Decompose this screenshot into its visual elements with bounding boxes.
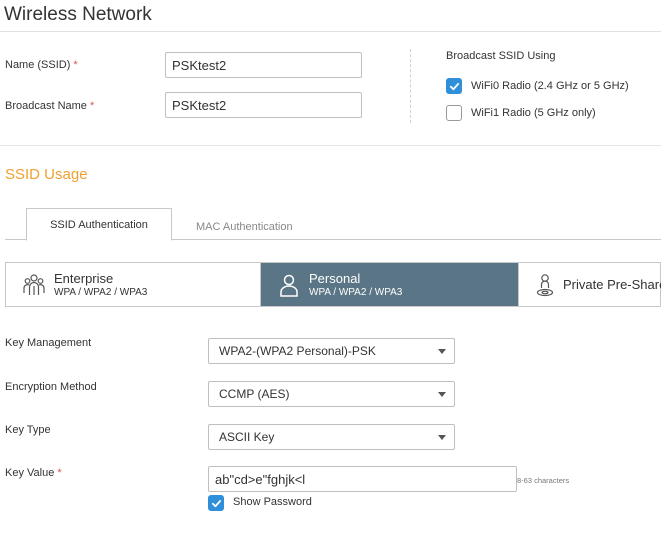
private-psk-label: Private Pre-Shared <box>563 277 661 292</box>
encryption-method-value: CCMP (AES) <box>219 387 290 401</box>
key-length-hint: 8-63 characters <box>517 476 570 485</box>
broadcast-name-value: PSKtest2 <box>172 97 227 113</box>
required-mark: * <box>73 59 78 71</box>
personal-sub: WPA / WPA2 / WPA3 <box>309 286 403 298</box>
ssid-name-label-text: Name (SSID) <box>5 59 71 71</box>
enterprise-label: Enterprise <box>54 270 114 286</box>
show-password-label: Show Password <box>233 496 312 508</box>
show-password-checkbox[interactable] <box>208 495 224 511</box>
key-value-text: ab"cd>e"fghjk<l <box>215 471 306 487</box>
chevron-down-icon <box>438 348 446 354</box>
enterprise-sub: WPA / WPA2 / WPA3 <box>54 286 148 298</box>
tab-mac-authentication[interactable]: MAC Authentication <box>196 221 293 233</box>
key-value-label: Key Value * <box>5 467 62 479</box>
ssid-name-value: PSKtest2 <box>172 57 227 73</box>
section-divider <box>410 49 411 123</box>
key-management-select[interactable]: WPA2-(WPA2 Personal)-PSK <box>208 338 455 364</box>
wifi1-checkbox[interactable] <box>446 105 462 121</box>
wifi1-label: WiFi1 Radio (5 GHz only) <box>471 107 596 119</box>
check-icon <box>449 82 459 90</box>
required-mark: * <box>89 100 95 112</box>
key-type-label: Key Type <box>5 424 51 436</box>
chevron-down-icon <box>438 434 446 440</box>
user-icon <box>277 272 301 298</box>
users-group-icon <box>22 272 46 298</box>
key-type-select[interactable]: ASCII Key <box>208 424 455 450</box>
tab-ssid-authentication[interactable]: SSID Authentication <box>26 208 172 241</box>
auth-mode-selector: Enterprise WPA / WPA2 / WPA3 Personal WP… <box>5 262 661 307</box>
encryption-method-label: Encryption Method <box>5 381 97 393</box>
chevron-down-icon <box>438 391 446 397</box>
check-icon <box>211 499 221 507</box>
encryption-method-select[interactable]: CCMP (AES) <box>208 381 455 407</box>
broadcast-name-input[interactable]: PSKtest2 <box>165 92 362 118</box>
user-pin-icon <box>535 272 555 298</box>
broadcast-using-heading: Broadcast SSID Using <box>446 50 556 62</box>
ssid-name-label: Name (SSID) * <box>5 59 78 71</box>
tab-ssid-authentication-label: SSID Authentication <box>50 218 148 231</box>
key-management-value: WPA2-(WPA2 Personal)-PSK <box>219 344 376 358</box>
title-divider <box>0 31 661 32</box>
page-title: Wireless Network <box>4 4 152 25</box>
key-value-label-text: Key Value <box>5 467 55 479</box>
auth-mode-enterprise[interactable]: Enterprise WPA / WPA2 / WPA3 <box>6 263 261 306</box>
ssid-usage-title: SSID Usage <box>5 166 88 183</box>
key-value-input[interactable]: ab"cd>e"fghjk<l <box>208 466 517 492</box>
usage-divider <box>0 145 661 146</box>
key-type-value: ASCII Key <box>219 430 275 444</box>
required-mark: * <box>57 467 62 479</box>
wifi0-checkbox[interactable] <box>446 78 462 94</box>
auth-mode-private-psk[interactable]: Private Pre-Shared <box>518 263 661 306</box>
personal-label: Personal <box>309 270 361 286</box>
auth-mode-personal[interactable]: Personal WPA / WPA2 / WPA3 <box>261 263 518 306</box>
wifi0-label: WiFi0 Radio (2.4 GHz or 5 GHz) <box>471 80 629 92</box>
broadcast-name-label: Broadcast Name * <box>5 100 94 112</box>
ssid-name-input[interactable]: PSKtest2 <box>165 52 362 78</box>
key-management-label: Key Management <box>5 337 92 349</box>
broadcast-name-label-text: Broadcast Name <box>5 100 87 112</box>
